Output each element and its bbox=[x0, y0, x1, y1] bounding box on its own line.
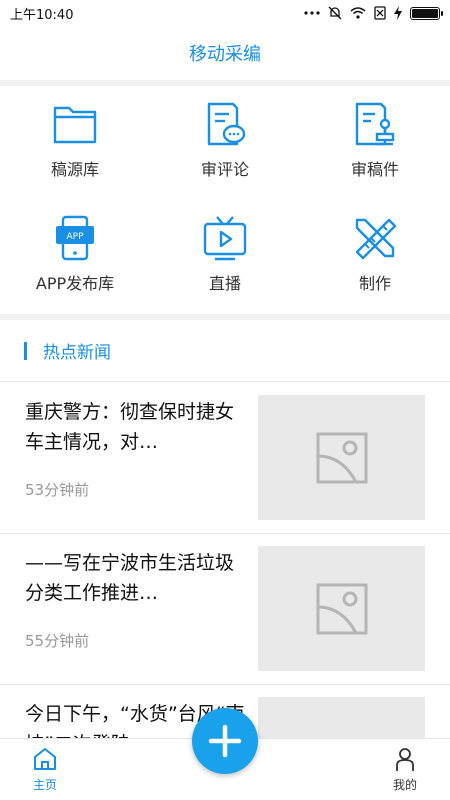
battery-icon bbox=[410, 6, 443, 20]
review-comment-icon bbox=[207, 102, 246, 146]
user-icon bbox=[396, 748, 414, 771]
news-thumbnail bbox=[258, 395, 425, 520]
news-time: 55分钟前 bbox=[25, 632, 90, 650]
sim-card-icon bbox=[374, 6, 386, 20]
news-title: ——写在宁波市生活垃圾分类工作推进… bbox=[25, 552, 235, 604]
nav-mine-label: 我的 bbox=[392, 778, 417, 792]
wifi-icon bbox=[350, 7, 366, 19]
status-time: 上午10:40 bbox=[10, 7, 74, 23]
hot-news-header: 热点新闻 bbox=[0, 320, 450, 382]
app-header: 移动采编 bbox=[0, 26, 450, 80]
nav-home-label: 主页 bbox=[32, 778, 57, 792]
ruler-pencil-icon bbox=[355, 218, 397, 260]
image-placeholder-icon bbox=[316, 583, 367, 634]
section-title: 热点新闻 bbox=[43, 343, 111, 363]
plus-icon bbox=[208, 724, 242, 758]
news-thumbnail bbox=[258, 546, 425, 671]
mute-bell-icon bbox=[328, 6, 342, 20]
folder-icon bbox=[53, 106, 97, 144]
more-dots-icon bbox=[304, 11, 320, 15]
home-icon bbox=[34, 748, 56, 770]
list-item[interactable]: ——写在宁波市生活垃圾分类工作推进… 55分钟前 bbox=[0, 534, 450, 685]
status-icons bbox=[304, 6, 443, 20]
grid-label: 制作 bbox=[358, 274, 391, 293]
nav-home[interactable]: 主页 bbox=[0, 739, 90, 800]
status-bar: 上午10:40 bbox=[0, 0, 450, 26]
grid-label: APP发布库 bbox=[35, 274, 115, 293]
grid-item-review-comments[interactable]: 审评论 bbox=[150, 86, 300, 200]
news-title: 重庆警方：彻查保时捷女车主情况，对… bbox=[25, 401, 235, 453]
news-time: 53分钟前 bbox=[25, 481, 90, 499]
grid-item-source-library[interactable]: 稿源库 bbox=[0, 86, 150, 200]
add-button[interactable] bbox=[192, 708, 258, 774]
svg-text:APP: APP bbox=[66, 232, 84, 242]
grid-item-production[interactable]: 制作 bbox=[300, 200, 450, 314]
section-accent-bar bbox=[24, 341, 27, 360]
image-placeholder-icon bbox=[316, 432, 367, 483]
grid-label: 稿源库 bbox=[50, 160, 99, 179]
grid-item-app-publish-library[interactable]: APP APP发布库 bbox=[0, 200, 150, 314]
page-title: 移动采编 bbox=[189, 44, 261, 65]
list-item[interactable]: 重庆警方：彻查保时捷女车主情况，对… 53分钟前 bbox=[0, 383, 450, 534]
review-manuscript-icon bbox=[355, 102, 395, 146]
grid-label: 审稿件 bbox=[350, 160, 399, 179]
charging-bolt-icon bbox=[394, 6, 402, 20]
grid-label: 直播 bbox=[208, 274, 241, 293]
grid-label: 审评论 bbox=[200, 160, 249, 179]
grid-item-live[interactable]: 直播 bbox=[150, 200, 300, 314]
function-grid: 稿源库 审评论 审稿件 APP APP发布库 直播 制作 bbox=[0, 86, 450, 314]
nav-mine[interactable]: 我的 bbox=[360, 739, 450, 800]
live-tv-icon bbox=[203, 216, 247, 261]
grid-item-review-manuscripts[interactable]: 审稿件 bbox=[300, 86, 450, 200]
app-publish-icon: APP bbox=[56, 215, 94, 261]
